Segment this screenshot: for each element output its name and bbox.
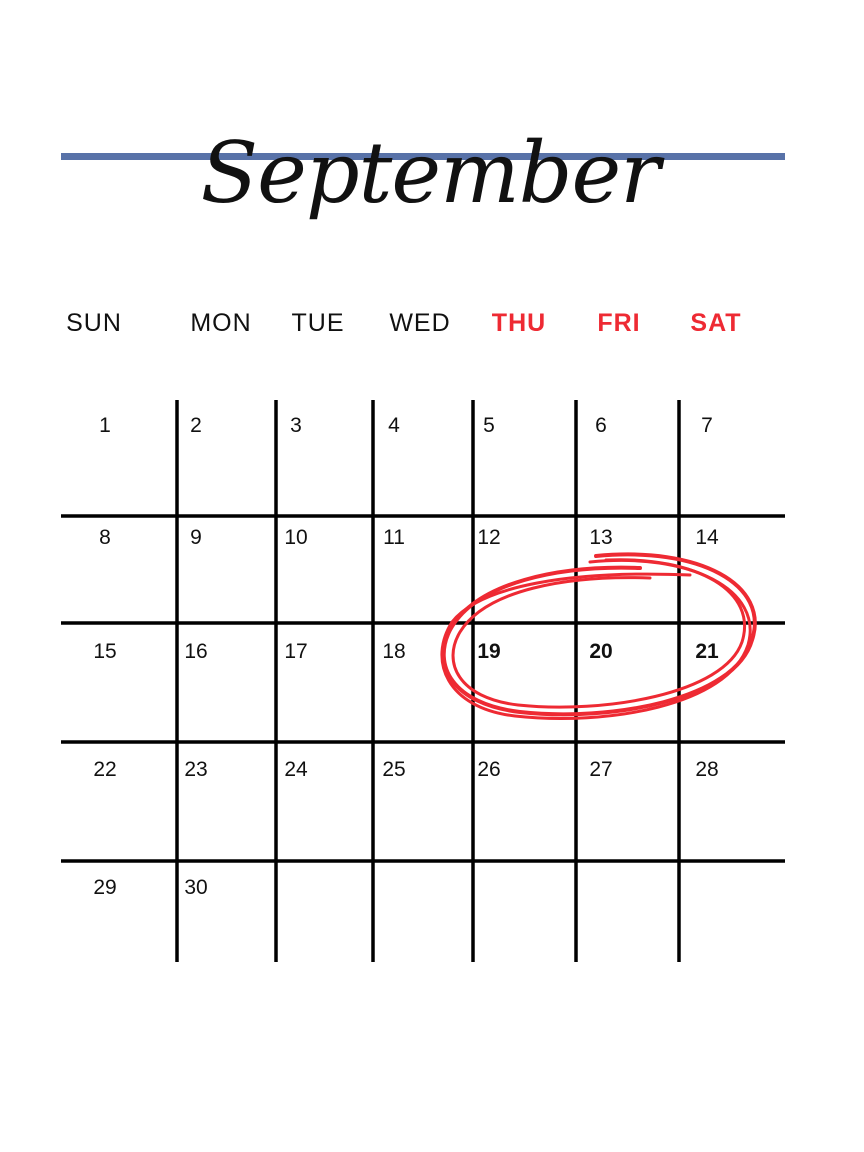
calendar-day-19[interactable]: 19 [466,637,512,667]
calendar-day-23[interactable]: 23 [173,755,219,785]
calendar-day-7[interactable]: 7 [684,411,730,441]
calendar-day-22[interactable]: 22 [82,755,128,785]
calendar-page: September SUN MON TUE WED THU FRI SAT 12345678… [0,0,864,1152]
calendar-day-12[interactable]: 12 [466,523,512,553]
calendar-day-18[interactable]: 18 [371,637,417,667]
calendar-day-21[interactable]: 21 [684,637,730,667]
calendar-day-30[interactable]: 30 [173,873,219,903]
calendar-day-27[interactable]: 27 [578,755,624,785]
weekday-label-tue: TUE [291,309,345,337]
weekday-label-fri: FRI [597,309,641,337]
calendar-day-25[interactable]: 25 [371,755,417,785]
weekday-label-sun: SUN [66,309,122,337]
calendar-day-11[interactable]: 11 [371,523,417,553]
highlight-circle-stroke [451,558,746,709]
calendar-day-20[interactable]: 20 [578,637,624,667]
weekday-label-sat: SAT [690,309,742,337]
weekday-label-wed: WED [389,309,451,337]
calendar-day-2[interactable]: 2 [173,411,219,441]
calendar-day-4[interactable]: 4 [371,411,417,441]
calendar-day-1[interactable]: 1 [82,411,128,441]
calendar-day-13[interactable]: 13 [578,523,624,553]
calendar-day-14[interactable]: 14 [684,523,730,553]
calendar-day-6[interactable]: 6 [578,411,624,441]
weekday-label-mon: MON [190,309,252,337]
calendar-day-24[interactable]: 24 [273,755,319,785]
calendar-day-29[interactable]: 29 [82,873,128,903]
calendar-day-26[interactable]: 26 [466,755,512,785]
calendar-day-10[interactable]: 10 [273,523,319,553]
highlight-circle-stroke [441,552,757,717]
calendar-day-15[interactable]: 15 [82,637,128,667]
calendar-day-9[interactable]: 9 [173,523,219,553]
calendar-day-17[interactable]: 17 [273,637,319,667]
calendar-day-5[interactable]: 5 [466,411,512,441]
month-title: September [200,124,661,222]
calendar-day-8[interactable]: 8 [82,523,128,553]
calendar-day-16[interactable]: 16 [173,637,219,667]
weekday-label-thu: THU [491,309,547,337]
calendar-day-3[interactable]: 3 [273,411,319,441]
calendar-day-28[interactable]: 28 [684,755,730,785]
